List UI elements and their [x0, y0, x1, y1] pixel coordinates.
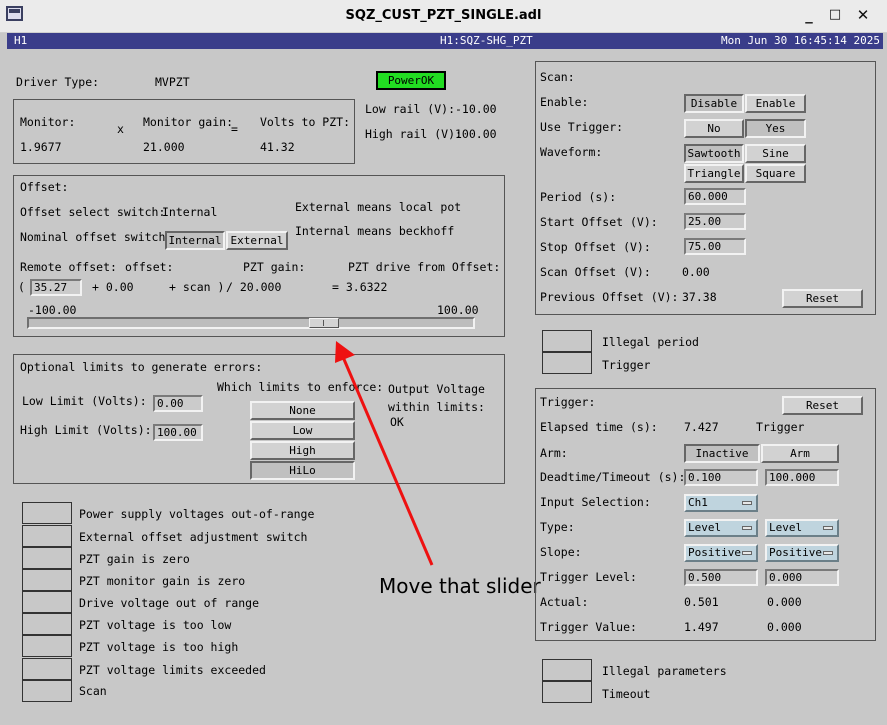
menu-indicator-icon	[742, 551, 752, 555]
type-label: Type:	[540, 520, 575, 534]
slope-value-1: Positive	[688, 546, 741, 559]
scan-trigger-indicator	[542, 352, 592, 374]
trigger-value-2: 0.000	[767, 620, 802, 634]
input-selection-label: Input Selection:	[540, 495, 651, 509]
trigger-title: Trigger:	[540, 395, 596, 409]
annotation-text: Move that slider	[379, 574, 541, 598]
waveform-square-button[interactable]: Square	[745, 164, 806, 183]
trigger-reset-button[interactable]: Reset	[782, 396, 863, 415]
trigger-value-1: 1.497	[684, 620, 719, 634]
scan-enable-button[interactable]: Enable	[745, 94, 806, 113]
scan-disable-button[interactable]: Disable	[684, 94, 744, 113]
waveform-label: Waveform:	[540, 145, 603, 159]
type-menu-2[interactable]: Level	[765, 519, 839, 537]
menu-indicator-icon	[742, 501, 752, 505]
stop-offset-field[interactable]: 75.00	[684, 238, 746, 255]
slope-menu-2[interactable]: Positive	[765, 544, 839, 562]
actual-value-1: 0.501	[684, 595, 719, 609]
trigger-level-label: Trigger Level:	[540, 570, 637, 584]
waveform-sine-button[interactable]: Sine	[745, 144, 806, 163]
use-trigger-yes-button[interactable]: Yes	[745, 119, 806, 138]
start-offset-field[interactable]: 25.00	[684, 213, 746, 230]
type-value-1: Level	[688, 521, 722, 534]
scan-trigger-label: Trigger	[602, 358, 651, 372]
type-menu-1[interactable]: Level	[684, 519, 758, 537]
illegal-parameters-label: Illegal parameters	[602, 664, 727, 678]
arrow-shaft	[341, 356, 434, 566]
trigger-arm-button[interactable]: Arm	[761, 444, 839, 463]
illegal-period-label: Illegal period	[602, 335, 699, 349]
input-selection-value: Ch1	[688, 496, 708, 509]
input-selection-menu[interactable]: Ch1	[684, 494, 758, 512]
arm-label: Arm:	[540, 446, 568, 460]
scan-title: Scan:	[540, 70, 575, 84]
period-field[interactable]: 60.000	[684, 188, 746, 205]
period-label: Period (s):	[540, 190, 617, 204]
trigger-level-field-2[interactable]: 0.000	[765, 569, 839, 586]
deadtime-label: Deadtime/Timeout (s):	[540, 470, 686, 484]
menu-indicator-icon	[742, 526, 752, 530]
illegal-parameters-indicator	[542, 659, 592, 681]
trigger-inactive-button[interactable]: Inactive	[684, 444, 760, 463]
actual-label: Actual:	[540, 595, 589, 609]
scan-reset-button[interactable]: Reset	[782, 289, 863, 308]
elapsed-state-value: Trigger	[756, 420, 805, 434]
timeout-field[interactable]: 100.000	[765, 469, 839, 486]
waveform-sawtooth-button[interactable]: Sawtooth	[684, 144, 744, 163]
deadtime-field[interactable]: 0.100	[684, 469, 758, 486]
trigger-level-field-1[interactable]: 0.500	[684, 569, 758, 586]
stop-offset-label: Stop Offset (V):	[540, 240, 651, 254]
previous-offset-value: 37.38	[682, 290, 717, 304]
menu-indicator-icon	[823, 526, 833, 530]
waveform-triangle-button[interactable]: Triangle	[684, 164, 744, 183]
start-offset-label: Start Offset (V):	[540, 215, 658, 229]
slope-label: Slope:	[540, 545, 582, 559]
use-trigger-no-button[interactable]: No	[684, 119, 744, 138]
previous-offset-label: Previous Offset (V):	[540, 290, 679, 304]
slope-menu-1[interactable]: Positive	[684, 544, 758, 562]
elapsed-time-label: Elapsed time (s):	[540, 420, 658, 434]
timeout-indicator	[542, 681, 592, 703]
trigger-value-label: Trigger Value:	[540, 620, 637, 634]
scan-offset-label: Scan Offset (V):	[540, 265, 651, 279]
scan-enable-label: Enable:	[540, 95, 589, 109]
slope-value-2: Positive	[769, 546, 822, 559]
elapsed-time-value: 7.427	[684, 420, 719, 434]
actual-value-2: 0.000	[767, 595, 802, 609]
type-value-2: Level	[769, 521, 803, 534]
scan-offset-value: 0.00	[682, 265, 710, 279]
illegal-period-indicator	[542, 330, 592, 352]
timeout-label: Timeout	[602, 687, 651, 701]
menu-indicator-icon	[823, 551, 833, 555]
use-trigger-label: Use Trigger:	[540, 120, 624, 134]
